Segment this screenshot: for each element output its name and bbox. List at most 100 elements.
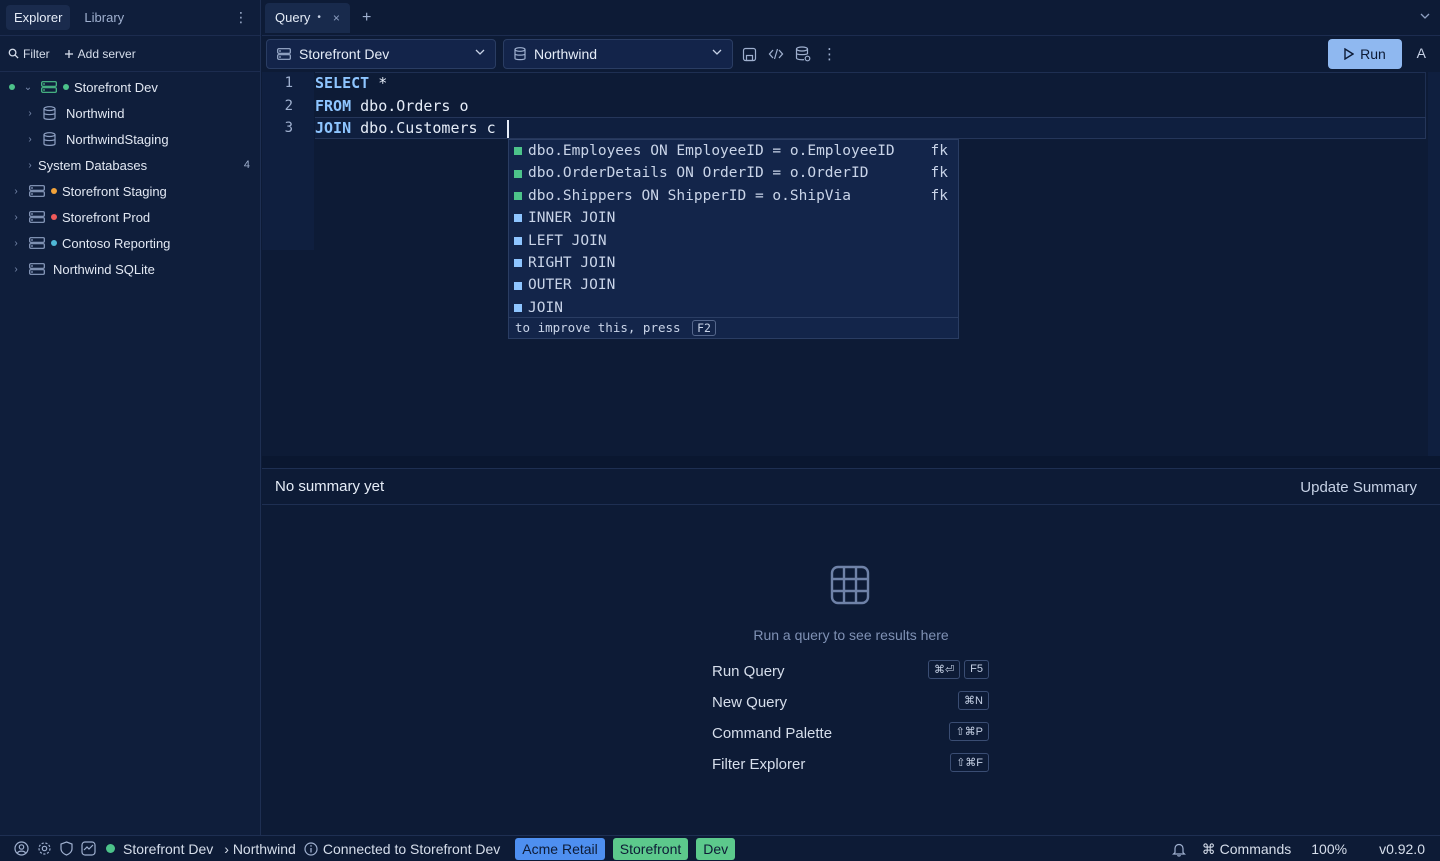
autocomplete-footer: to improve this, press F2 xyxy=(509,317,958,338)
activity-icon[interactable] xyxy=(81,841,96,856)
info-icon xyxy=(304,841,318,856)
chevron-right-icon[interactable]: › xyxy=(25,134,35,145)
sql-text: dbo.Orders o xyxy=(351,96,469,115)
more-actions-icon[interactable]: ⋮ xyxy=(822,45,837,63)
close-tab-icon[interactable]: × xyxy=(333,11,340,25)
autocomplete-item[interactable]: JOIN xyxy=(509,297,958,319)
server-select[interactable]: Storefront Dev xyxy=(266,39,496,69)
chevron-right-icon[interactable]: › xyxy=(25,160,35,171)
filter-button[interactable]: Filter xyxy=(8,47,50,61)
code-line[interactable]: JOIN dbo.Customers c xyxy=(315,117,1426,140)
database-settings-icon[interactable] xyxy=(795,46,811,62)
tree-item[interactable]: › Contoso Reporting xyxy=(0,230,260,256)
shortcut-key: ⌘N xyxy=(958,691,989,710)
add-server-button[interactable]: Add server xyxy=(64,47,136,61)
database-select[interactable]: Northwind xyxy=(503,39,733,69)
editor-scrollbar[interactable] xyxy=(1428,72,1440,456)
chevron-right-icon[interactable]: › xyxy=(25,108,35,119)
autocomplete-popup: dbo.Employees ON EmployeeID = o.Employee… xyxy=(508,139,959,339)
autocomplete-item[interactable]: LEFT JOIN xyxy=(509,230,958,252)
chevron-right-icon[interactable]: › xyxy=(11,212,21,223)
update-summary-button[interactable]: Update Summary xyxy=(1300,479,1417,496)
tab-library[interactable]: Library xyxy=(76,5,132,30)
shortcut-item[interactable]: Run Query ⌘⏎ F5 xyxy=(712,660,989,682)
kebab-menu-icon[interactable]: ⋮ xyxy=(234,10,248,24)
suggestion-kind: fk xyxy=(930,187,948,204)
sidebar-actions: Filter Add server xyxy=(0,36,260,72)
chevron-down-icon[interactable]: ⌄ xyxy=(23,82,33,93)
environment-tag[interactable]: Storefront xyxy=(612,837,689,860)
autocomplete-item[interactable]: dbo.Employees ON EmployeeID = o.Employee… xyxy=(509,140,958,162)
autocomplete-item[interactable]: dbo.OrderDetails ON OrderID = o.OrderID f… xyxy=(509,162,958,184)
toolbar-extra-button[interactable]: A xyxy=(1417,45,1426,61)
chevron-right-icon[interactable]: › xyxy=(11,238,21,249)
chevron-right-icon[interactable]: › xyxy=(11,264,21,275)
tree-item-label: NorthwindStaging xyxy=(66,131,169,147)
code-line[interactable]: FROM dbo.Orders o xyxy=(315,95,1426,118)
autocomplete-item[interactable]: dbo.Shippers ON ShipperID = o.ShipVia fk xyxy=(509,185,958,207)
autocomplete-item[interactable]: OUTER JOIN xyxy=(509,274,958,296)
tree-item[interactable]: › Storefront Prod xyxy=(0,204,260,230)
status-server[interactable]: Storefront Dev xyxy=(123,841,213,857)
tree-item[interactable]: › System Databases 4 xyxy=(0,152,260,178)
commands-button[interactable]: ⌘ Commands xyxy=(1202,841,1291,858)
autocomplete-item[interactable]: INNER JOIN xyxy=(509,207,958,229)
shortcut-label: New Query xyxy=(712,693,788,711)
unsaved-dot-icon: • xyxy=(317,12,321,23)
chevron-right-icon[interactable]: › xyxy=(11,186,21,197)
server-icon xyxy=(29,263,45,275)
status-bar-right: ⌘ Commands 100% v0.92.0 xyxy=(1164,836,1425,861)
tree-item[interactable]: › Storefront Staging xyxy=(0,178,260,204)
save-icon[interactable] xyxy=(742,47,757,62)
server-status-dot xyxy=(51,214,57,220)
new-tab-button[interactable]: + xyxy=(362,9,371,27)
commands-label: Commands xyxy=(1219,840,1292,857)
explorer-sidebar: Explorer Library ⋮ Filter Add server ⌄ St… xyxy=(0,0,261,835)
shortcut-key: ⌘⏎ xyxy=(927,660,961,679)
tab-query[interactable]: Query • × xyxy=(265,2,350,33)
database-icon xyxy=(43,105,56,121)
account-icon[interactable] xyxy=(14,841,29,856)
status-bar: Storefront Dev › Northwind Connected to … xyxy=(0,835,1440,861)
shortcut-keys: ⇧⌘P xyxy=(945,722,989,741)
shortcut-key: ⇧⌘F xyxy=(950,753,989,772)
tree-item[interactable]: ⌄ Storefront Dev xyxy=(0,74,260,100)
run-button[interactable]: Run xyxy=(1328,39,1402,69)
tree-item[interactable]: › Northwind xyxy=(0,100,260,126)
chevron-down-icon xyxy=(712,49,722,55)
tree-item[interactable]: › Northwind SQLite xyxy=(0,256,260,282)
tree-item[interactable]: › NorthwindStaging xyxy=(0,126,260,152)
shortcut-keys: ⌘N xyxy=(954,691,989,710)
summary-text: No summary yet xyxy=(275,478,385,495)
shortcut-item[interactable]: Command Palette ⇧⌘P xyxy=(712,722,989,744)
shortcut-label: Command Palette xyxy=(712,724,833,742)
environment-tag[interactable]: Dev xyxy=(696,837,736,860)
gear-icon[interactable] xyxy=(37,841,52,856)
format-code-icon[interactable] xyxy=(768,47,784,61)
chevron-down-icon[interactable] xyxy=(1420,11,1430,22)
run-label: Run xyxy=(1360,46,1386,62)
autocomplete-list: dbo.Employees ON EmployeeID = o.Employee… xyxy=(509,140,958,319)
sql-keyword: SELECT xyxy=(315,74,370,92)
shield-icon[interactable] xyxy=(60,841,73,856)
shortcut-item[interactable]: New Query ⌘N xyxy=(712,691,989,713)
shortcut-label: Filter Explorer xyxy=(712,755,806,773)
line-gutter: 1 2 3 xyxy=(262,72,314,250)
tab-explorer[interactable]: Explorer xyxy=(6,5,71,30)
suggestion-kind-icon xyxy=(514,147,522,156)
sql-keyword: FROM xyxy=(315,96,352,115)
panel-resize-handle[interactable] xyxy=(262,456,1440,468)
environment-tag[interactable]: Acme Retail xyxy=(515,837,605,860)
shortcut-item[interactable]: Filter Explorer ⇧⌘F xyxy=(712,753,989,775)
tree-item-label: Contoso Reporting xyxy=(62,235,171,251)
results-panel: Run a query to see results here Run Quer… xyxy=(262,505,1440,835)
connection-status-dot xyxy=(106,844,115,853)
autocomplete-item[interactable]: RIGHT JOIN xyxy=(509,252,958,274)
command-key-icon: ⌘ xyxy=(1201,840,1216,857)
status-database[interactable]: › Northwind xyxy=(224,841,296,857)
server-select-value: Storefront Dev xyxy=(299,46,390,62)
code-area[interactable]: SELECT * FROM dbo.Orders o JOIN dbo.Custom… xyxy=(315,72,1426,140)
bell-icon[interactable] xyxy=(1171,842,1186,857)
zoom-level[interactable]: 100% xyxy=(1311,841,1347,857)
code-line[interactable]: SELECT * xyxy=(315,72,1426,95)
